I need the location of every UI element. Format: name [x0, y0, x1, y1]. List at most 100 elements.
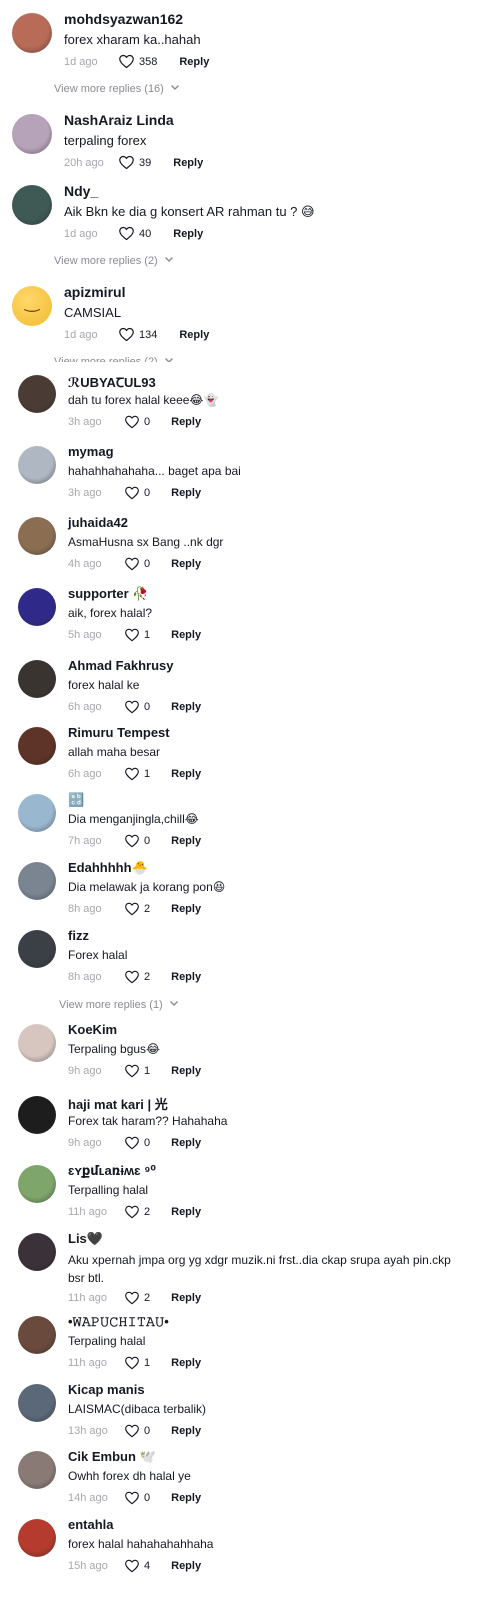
- view-more-replies-button[interactable]: View more replies (16): [54, 82, 180, 95]
- timestamp: 3h ago: [68, 416, 102, 428]
- reply-button[interactable]: Reply: [171, 971, 201, 983]
- like-button[interactable]: [118, 53, 135, 70]
- reply-button[interactable]: Reply: [171, 1492, 201, 1504]
- username[interactable]: haji mat kari | 光: [68, 1094, 168, 1113]
- like-button[interactable]: [124, 1423, 140, 1439]
- username[interactable]: Cik Embun 🕊️: [68, 1449, 156, 1465]
- username[interactable]: Lis🖤: [68, 1231, 103, 1247]
- comment-text: aik, forex halal?: [68, 606, 153, 620]
- like-count: 0: [144, 1425, 151, 1437]
- reply-button[interactable]: Reply: [171, 903, 201, 915]
- avatar[interactable]: [18, 446, 56, 484]
- reply-button[interactable]: Reply: [171, 416, 201, 428]
- username[interactable]: KoeKim: [68, 1022, 117, 1037]
- like-button[interactable]: [124, 1290, 140, 1306]
- username[interactable]: ɛʏքմʟaռɨʍɛ ⁹⁰: [68, 1163, 156, 1179]
- like-button[interactable]: [124, 1558, 140, 1574]
- reply-button[interactable]: Reply: [179, 329, 209, 341]
- reply-button[interactable]: Reply: [171, 1357, 201, 1369]
- reply-button[interactable]: Reply: [173, 228, 203, 240]
- like-button[interactable]: [124, 556, 140, 572]
- comment-text: forex halal ke: [68, 678, 140, 692]
- avatar[interactable]: [18, 1384, 56, 1422]
- username[interactable]: Kicap manis: [68, 1382, 145, 1397]
- reply-button[interactable]: Reply: [171, 629, 201, 641]
- like-button[interactable]: [124, 766, 140, 782]
- username[interactable]: apizmirul: [64, 284, 125, 300]
- username[interactable]: juhaida42: [68, 515, 128, 530]
- avatar[interactable]: [18, 660, 56, 698]
- avatar[interactable]: [18, 794, 56, 832]
- username[interactable]: supporter 🥀: [68, 586, 148, 602]
- username[interactable]: mohdsyazwan162: [64, 11, 183, 27]
- heart-icon: [124, 1290, 140, 1306]
- like-button[interactable]: [124, 485, 140, 501]
- avatar[interactable]: [18, 1316, 56, 1354]
- avatar[interactable]: [18, 727, 56, 765]
- avatar[interactable]: [18, 1451, 56, 1489]
- heart-icon: [124, 969, 140, 985]
- reply-button[interactable]: Reply: [171, 1425, 201, 1437]
- reply-button[interactable]: Reply: [179, 56, 209, 68]
- like-button[interactable]: [118, 225, 135, 242]
- avatar[interactable]: [18, 1233, 56, 1271]
- like-button[interactable]: [124, 901, 140, 917]
- reply-button[interactable]: Reply: [171, 487, 201, 499]
- avatar[interactable]: [18, 588, 56, 626]
- reply-button[interactable]: Reply: [171, 1137, 201, 1149]
- like-button[interactable]: [118, 326, 135, 343]
- avatar[interactable]: [12, 13, 52, 53]
- comment-text: LAISMAC(dibaca terbalik): [68, 1402, 207, 1416]
- heart-icon: [118, 154, 135, 171]
- like-button[interactable]: [118, 154, 135, 171]
- avatar[interactable]: [18, 1024, 56, 1062]
- username[interactable]: Ndy_: [64, 183, 98, 199]
- username[interactable]: Rimuru Tempest: [68, 725, 170, 740]
- like-button[interactable]: [124, 1355, 140, 1371]
- screenshot-seam-fill: [0, 364, 500, 370]
- avatar[interactable]: ‿: [12, 286, 52, 326]
- like-button[interactable]: [124, 1490, 140, 1506]
- username[interactable]: entahla: [68, 1517, 114, 1532]
- comment-text: Forex tak haram?? Hahahaha: [68, 1114, 228, 1128]
- avatar[interactable]: [18, 930, 56, 968]
- avatar[interactable]: [18, 1096, 56, 1134]
- avatar[interactable]: [18, 517, 56, 555]
- like-button[interactable]: [124, 969, 140, 985]
- username[interactable]: Ahmad Fakhrusy: [68, 658, 173, 673]
- like-button[interactable]: [124, 414, 140, 430]
- reply-button[interactable]: Reply: [171, 558, 201, 570]
- avatar[interactable]: [18, 1519, 56, 1557]
- username[interactable]: Edahhhhh🐣: [68, 860, 148, 876]
- reply-button[interactable]: Reply: [173, 157, 203, 169]
- like-button[interactable]: [124, 699, 140, 715]
- avatar[interactable]: [18, 862, 56, 900]
- view-more-replies-button[interactable]: View more replies (1): [59, 998, 179, 1011]
- username[interactable]: 🔡: [68, 792, 84, 808]
- username[interactable]: •𝚆𝙰𝙿𝚄𝙲𝙷𝙸𝚃𝙰𝚄•: [68, 1314, 169, 1330]
- like-button[interactable]: [124, 1204, 140, 1220]
- username[interactable]: NashAraiz Linda: [64, 112, 174, 128]
- like-button[interactable]: [124, 1135, 140, 1151]
- like-button[interactable]: [124, 833, 140, 849]
- reply-button[interactable]: Reply: [171, 1206, 201, 1218]
- username[interactable]: mymag: [68, 444, 114, 459]
- like-button[interactable]: [124, 627, 140, 643]
- view-more-replies-label: View more replies (1): [59, 998, 163, 1011]
- reply-button[interactable]: Reply: [171, 768, 201, 780]
- reply-button[interactable]: Reply: [171, 835, 201, 847]
- comment-text: CAMSIAL: [64, 305, 122, 320]
- reply-button[interactable]: Reply: [171, 1560, 201, 1572]
- reply-button[interactable]: Reply: [171, 1292, 201, 1304]
- avatar[interactable]: [12, 185, 52, 225]
- avatar[interactable]: [18, 375, 56, 413]
- username[interactable]: ℛUBYAꞆUL93: [68, 373, 156, 391]
- avatar[interactable]: [12, 114, 52, 154]
- comment-text: terpaling forex: [64, 133, 147, 148]
- reply-button[interactable]: Reply: [171, 701, 201, 713]
- reply-button[interactable]: Reply: [171, 1065, 201, 1077]
- like-button[interactable]: [124, 1063, 140, 1079]
- avatar[interactable]: [18, 1165, 56, 1203]
- username[interactable]: fizz: [68, 928, 89, 943]
- view-more-replies-button[interactable]: View more replies (2): [54, 254, 174, 267]
